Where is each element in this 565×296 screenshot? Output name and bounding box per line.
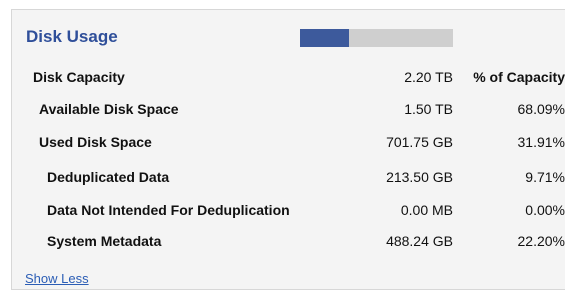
panel-title: Disk Usage bbox=[26, 27, 118, 46]
row-percent: 0.00% bbox=[525, 202, 565, 218]
row-label: System Metadata bbox=[47, 233, 162, 249]
row-percent: 68.09% bbox=[517, 101, 565, 117]
row-percent: 31.91% bbox=[517, 134, 565, 150]
row-percent: 22.20% bbox=[517, 233, 565, 249]
row-data-not-intended-for-deduplication: Data Not Intended For Deduplication 0.00… bbox=[12, 202, 565, 222]
row-available-disk-space: Available Disk Space 1.50 TB 68.09% bbox=[12, 101, 565, 121]
row-value: 0.00 MB bbox=[400, 202, 453, 218]
row-deduplicated-data: Deduplicated Data 213.50 GB 9.71% bbox=[12, 169, 565, 189]
disk-usage-bar-fill bbox=[300, 29, 349, 47]
row-value: 701.75 GB bbox=[386, 134, 453, 150]
row-label: Used Disk Space bbox=[39, 134, 152, 150]
row-label: Disk Capacity bbox=[33, 69, 125, 85]
row-label: Data Not Intended For Deduplication bbox=[47, 202, 290, 218]
row-used-disk-space: Used Disk Space 701.75 GB 31.91% bbox=[12, 134, 565, 154]
row-percent: 9.71% bbox=[525, 169, 565, 185]
row-value: 213.50 GB bbox=[386, 169, 453, 185]
row-value: 1.50 TB bbox=[404, 101, 453, 117]
row-disk-capacity: Disk Capacity 2.20 TB % of Capacity bbox=[12, 69, 565, 89]
disk-usage-bar bbox=[300, 29, 453, 47]
disk-usage-panel: Disk Usage Disk Capacity 2.20 TB % of Ca… bbox=[11, 9, 565, 290]
row-value: 488.24 GB bbox=[386, 233, 453, 249]
row-label: Deduplicated Data bbox=[47, 169, 170, 185]
row-label: Available Disk Space bbox=[39, 101, 179, 117]
percent-of-capacity-header: % of Capacity bbox=[473, 69, 565, 85]
row-system-metadata: System Metadata 488.24 GB 22.20% bbox=[12, 233, 565, 253]
row-value: 2.20 TB bbox=[404, 69, 453, 85]
show-less-link[interactable]: Show Less bbox=[25, 271, 89, 286]
